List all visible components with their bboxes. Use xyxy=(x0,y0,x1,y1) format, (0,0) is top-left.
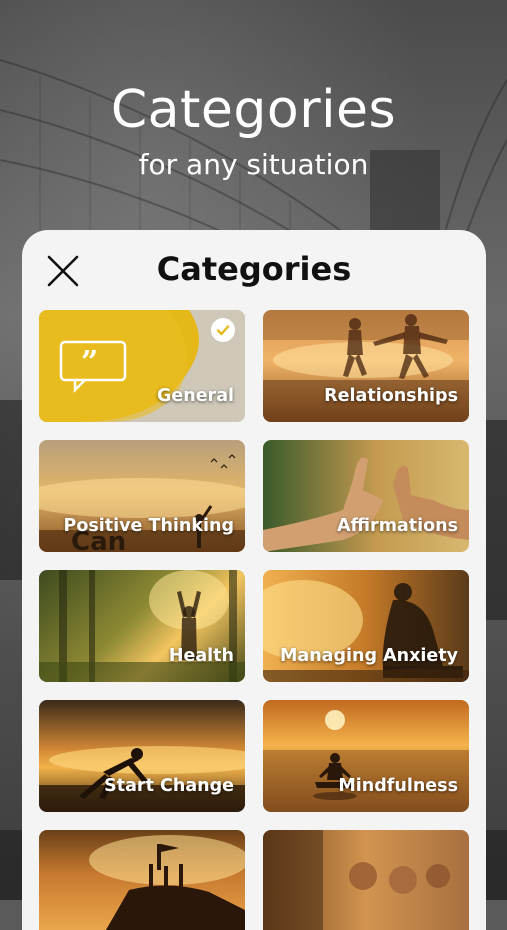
category-card-relationships[interactable]: Relationships xyxy=(263,310,469,422)
category-card-partial-2[interactable] xyxy=(263,830,469,930)
people-image xyxy=(263,830,450,930)
category-card-managing-anxiety[interactable]: Managing Anxiety xyxy=(263,570,469,682)
category-card-positive-thinking[interactable]: Can Positive Thinking xyxy=(39,440,245,552)
category-card-start-change[interactable]: Start Change xyxy=(39,700,245,812)
sheet-header: Categories xyxy=(22,230,486,310)
category-grid: ” General Relationships Can Positive Thi… xyxy=(39,310,469,930)
category-label: Health xyxy=(168,646,234,666)
category-label: Relationships xyxy=(324,386,458,406)
category-label: Mindfulness xyxy=(338,776,458,796)
hero-title: Categories xyxy=(110,80,397,140)
selected-check-icon xyxy=(211,318,235,342)
hero-subtitle: for any situation xyxy=(138,148,369,181)
category-card-health[interactable]: Health xyxy=(39,570,245,682)
category-card-partial-1[interactable] xyxy=(39,830,245,930)
sheet-title: Categories xyxy=(156,250,352,288)
category-card-mindfulness[interactable]: Mindfulness xyxy=(263,700,469,812)
category-label: Managing Anxiety xyxy=(279,646,458,666)
category-card-affirmations[interactable]: Affirmations xyxy=(263,440,469,552)
category-label: Start Change xyxy=(104,776,234,796)
svg-text:”: ” xyxy=(81,345,98,380)
category-label: Affirmations xyxy=(337,516,458,536)
categories-sheet: Categories ” General Relationships Can P… xyxy=(22,230,486,930)
team-summit-image xyxy=(89,835,245,930)
category-card-general[interactable]: ” General xyxy=(39,310,245,422)
category-label: General xyxy=(157,386,234,406)
category-label: Positive Thinking xyxy=(63,516,234,536)
